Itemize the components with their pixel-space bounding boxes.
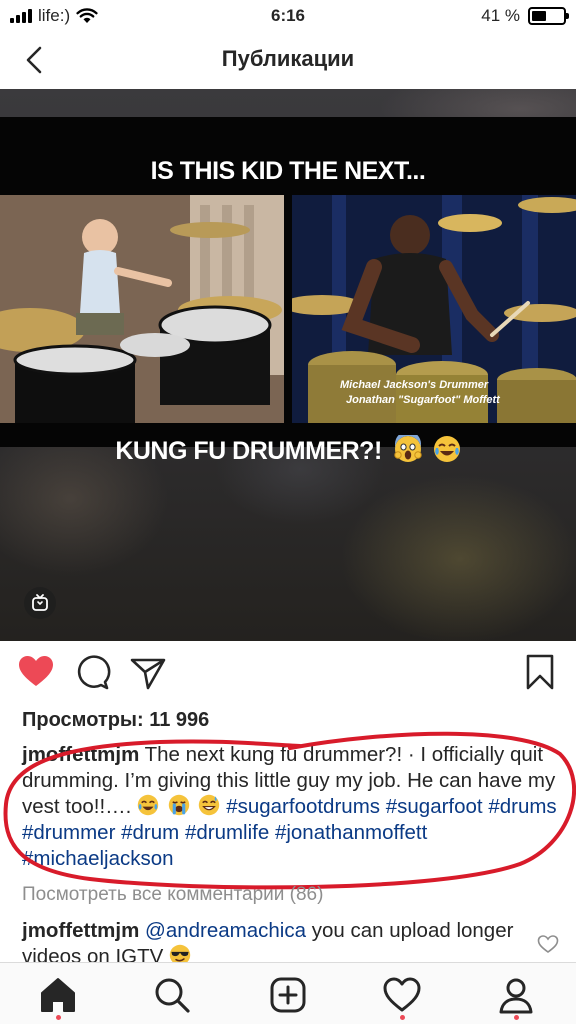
view-count: Просмотры: 11 996 xyxy=(22,709,210,731)
page-title: Публикации xyxy=(221,46,355,71)
hashtag-link[interactable]: #drummer xyxy=(22,821,115,844)
hashtag-link[interactable]: #drums xyxy=(488,795,556,818)
kid-drummer-image xyxy=(0,195,284,423)
video-frame: IS THIS KID THE NEXT... Michael Jackson'… xyxy=(0,117,576,465)
status-bar: life:) 6:16 41 % xyxy=(0,0,576,32)
grinning-sweat-face-icon xyxy=(199,794,220,816)
bottom-tab-bar xyxy=(0,962,576,1024)
heart-outline-icon xyxy=(537,935,559,953)
tab-profile[interactable] xyxy=(494,973,538,1017)
view-all-comments-link[interactable]: Посмотреть все комментарии (86) xyxy=(22,884,323,906)
hashtag-link[interactable]: #sugarfootdrums xyxy=(226,795,380,818)
bookmark-icon xyxy=(526,654,554,690)
home-icon xyxy=(41,978,75,1012)
igtv-badge[interactable] xyxy=(24,587,56,619)
chevron-left-icon xyxy=(26,46,42,74)
comment-mention[interactable]: @andreamachica xyxy=(145,919,306,942)
hashtag-link[interactable]: #drumlife xyxy=(185,821,269,844)
tab-home[interactable] xyxy=(36,973,80,1017)
face-tears-of-joy-icon xyxy=(433,436,460,462)
search-icon xyxy=(155,978,190,1013)
profile-notification-dot xyxy=(514,1015,519,1020)
hashtag-link[interactable]: #jonathanmoffett xyxy=(275,821,427,844)
face-screaming-icon xyxy=(394,431,422,462)
activity-heart-icon xyxy=(383,977,421,1012)
video-subtitle: KUNG FU DRUMMER?! xyxy=(0,431,576,466)
video-caption-line2: Jonathan "Sugarfoot" Moffett xyxy=(346,394,500,406)
video-headline: IS THIS KID THE NEXT... xyxy=(150,157,426,185)
comment-username[interactable]: jmoffettmjm xyxy=(22,919,139,942)
tab-search[interactable] xyxy=(150,973,194,1017)
share-icon xyxy=(130,658,166,690)
hashtag-link[interactable]: #michaeljackson xyxy=(22,847,174,870)
activity-notification-dot xyxy=(400,1015,405,1020)
video-panel-kid xyxy=(0,195,284,423)
share-button[interactable] xyxy=(128,652,168,696)
profile-icon xyxy=(499,978,533,1014)
back-button[interactable] xyxy=(18,42,54,78)
like-button[interactable] xyxy=(16,652,56,696)
igtv-icon xyxy=(32,594,48,611)
battery-fill xyxy=(532,11,546,21)
tab-new-post[interactable] xyxy=(266,973,310,1017)
comment-button[interactable] xyxy=(72,652,112,696)
save-button[interactable] xyxy=(520,652,560,696)
new-post-icon xyxy=(270,977,306,1013)
caption-username[interactable]: jmoffettmjm xyxy=(22,743,139,766)
face-tears-of-joy-icon xyxy=(137,794,159,816)
battery-icon xyxy=(528,7,569,25)
video-caption-line1: Michael Jackson's Drummer xyxy=(340,379,489,391)
post-actions xyxy=(0,652,576,698)
status-right: 41 % xyxy=(481,6,569,26)
home-notification-dot xyxy=(56,1015,61,1020)
tab-activity[interactable] xyxy=(380,973,424,1017)
heart-filled-icon xyxy=(19,656,53,686)
post-caption: jmoffettmjm The next kung fu drummer?! ·… xyxy=(22,742,562,872)
video-subtitle-text: KUNG FU DRUMMER?! xyxy=(115,437,382,465)
comment-like-button[interactable] xyxy=(537,934,559,954)
hashtag-link[interactable]: #sugarfoot xyxy=(386,795,483,818)
comment-icon xyxy=(77,655,111,690)
header: Публикации xyxy=(0,32,576,88)
hashtag-link[interactable]: #drum xyxy=(121,821,179,844)
loudly-crying-face-icon xyxy=(168,794,189,816)
video-player[interactable]: IS THIS KID THE NEXT... Michael Jackson'… xyxy=(0,89,576,641)
battery-percent: 41 % xyxy=(481,6,520,25)
